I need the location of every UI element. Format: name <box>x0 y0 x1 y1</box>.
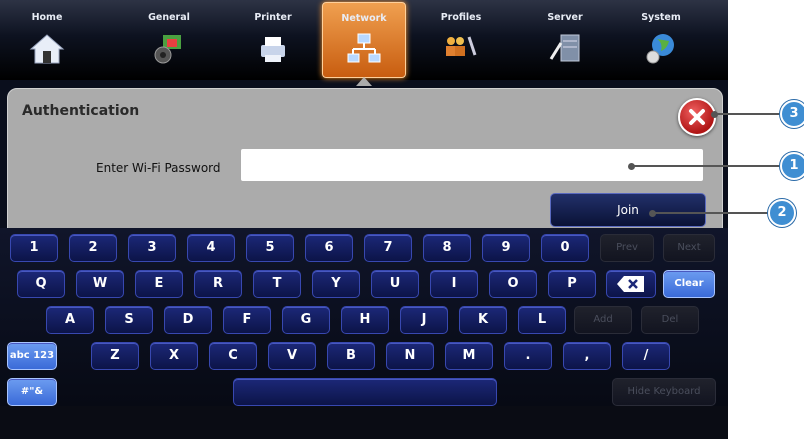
key-v[interactable]: V <box>268 342 316 370</box>
nav-general[interactable]: General <box>128 2 210 76</box>
key-5[interactable]: 5 <box>246 234 294 262</box>
password-label: Enter Wi-Fi Password <box>96 161 221 175</box>
bottom-bar <box>0 406 728 439</box>
key-4[interactable]: 4 <box>187 234 235 262</box>
callout-1-leader <box>632 165 782 167</box>
key-p[interactable]: P <box>548 270 596 298</box>
key-7[interactable]: 7 <box>364 234 412 262</box>
on-screen-keyboard: 1 2 3 4 5 6 7 8 9 0 Prev Next Q W E R T … <box>0 228 728 406</box>
callout-3: 3 <box>780 100 804 128</box>
key-e[interactable]: E <box>135 270 183 298</box>
add-button[interactable]: Add <box>574 306 632 334</box>
profiles-icon <box>446 36 477 56</box>
nav-label: Home <box>31 12 63 23</box>
space-bar[interactable] <box>233 378 497 406</box>
nav-label: Profiles <box>440 12 482 23</box>
key-f[interactable]: F <box>223 306 271 334</box>
key-l[interactable]: L <box>518 306 566 334</box>
join-button[interactable]: Join <box>550 193 706 227</box>
close-icon <box>689 109 705 125</box>
key-u[interactable]: U <box>371 270 419 298</box>
nav-label: System <box>641 12 681 23</box>
printer-icon <box>261 37 285 62</box>
key-c[interactable]: C <box>209 342 257 370</box>
key-s[interactable]: S <box>105 306 153 334</box>
key-h[interactable]: H <box>341 306 389 334</box>
key-i[interactable]: I <box>430 270 478 298</box>
nav-printer[interactable]: Printer <box>232 2 314 76</box>
dialog-title: Authentication <box>22 103 140 119</box>
key-n[interactable]: N <box>386 342 434 370</box>
key-0[interactable]: 0 <box>541 234 589 262</box>
nav-label: Server <box>547 12 583 23</box>
key-d[interactable]: D <box>164 306 212 334</box>
callout-2: 2 <box>768 199 796 227</box>
key-y[interactable]: Y <box>312 270 360 298</box>
key-1[interactable]: 1 <box>10 234 58 262</box>
nav-network[interactable]: Network <box>322 2 406 86</box>
nav-label: Printer <box>254 12 292 23</box>
key-b[interactable]: B <box>327 342 375 370</box>
nav-server[interactable]: Server <box>524 2 606 76</box>
clear-button[interactable]: Clear <box>663 270 715 298</box>
key-a[interactable]: A <box>46 306 94 334</box>
key-slash[interactable]: / <box>622 342 670 370</box>
home-icon <box>29 34 65 64</box>
nav-system[interactable]: System <box>620 2 702 76</box>
system-icon <box>646 34 674 64</box>
symbols-toggle[interactable]: #"& <box>7 378 57 406</box>
key-3[interactable]: 3 <box>128 234 176 262</box>
callout-1: 1 <box>780 152 804 180</box>
authentication-dialog: Authentication Enter Wi-Fi Password Join <box>7 88 723 230</box>
nav-home[interactable]: Home <box>6 2 88 76</box>
key-t[interactable]: T <box>253 270 301 298</box>
key-2[interactable]: 2 <box>69 234 117 262</box>
device-screen: Home General Printer Network Profiles Se… <box>0 0 728 439</box>
nav-profiles[interactable]: Profiles <box>420 2 502 76</box>
general-icon <box>154 35 181 64</box>
callout-2-leader <box>653 212 770 214</box>
key-m[interactable]: M <box>445 342 493 370</box>
key-o[interactable]: O <box>489 270 537 298</box>
backspace-key[interactable] <box>606 270 656 298</box>
key-6[interactable]: 6 <box>305 234 353 262</box>
callout-3-leader <box>715 113 782 115</box>
backspace-icon <box>617 276 644 292</box>
key-8[interactable]: 8 <box>423 234 471 262</box>
key-g[interactable]: G <box>282 306 330 334</box>
nav-label: General <box>148 12 190 23</box>
key-w[interactable]: W <box>76 270 124 298</box>
network-icon <box>347 33 381 63</box>
del-button[interactable]: Del <box>641 306 699 334</box>
top-navigation: Home General Printer Network Profiles Se… <box>0 0 728 86</box>
hide-keyboard-button[interactable]: Hide Keyboard <box>612 378 716 406</box>
key-j[interactable]: J <box>400 306 448 334</box>
close-button[interactable] <box>678 98 716 136</box>
abc-123-toggle[interactable]: abc 123 <box>7 342 57 370</box>
prev-button[interactable]: Prev <box>600 234 654 262</box>
key-r[interactable]: R <box>194 270 242 298</box>
key-comma[interactable]: , <box>563 342 611 370</box>
key-x[interactable]: X <box>150 342 198 370</box>
key-z[interactable]: Z <box>91 342 139 370</box>
key-period[interactable]: . <box>504 342 552 370</box>
next-button[interactable]: Next <box>663 234 715 262</box>
nav-label: Network <box>341 13 387 24</box>
key-9[interactable]: 9 <box>482 234 530 262</box>
server-icon <box>549 34 580 62</box>
key-k[interactable]: K <box>459 306 507 334</box>
key-q[interactable]: Q <box>17 270 65 298</box>
